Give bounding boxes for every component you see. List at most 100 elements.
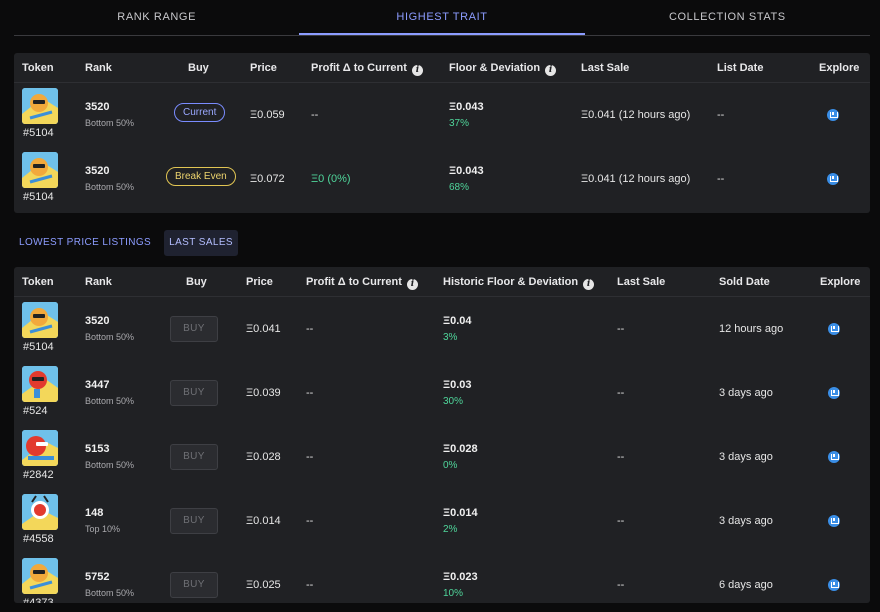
token-thumbnail[interactable] bbox=[22, 302, 58, 338]
rank-value: 3447 bbox=[85, 379, 110, 391]
rank-value: 3520 bbox=[85, 315, 110, 327]
rank-value: 3520 bbox=[85, 101, 110, 113]
tab-last-sales[interactable]: LAST SALES bbox=[164, 230, 238, 256]
col-explore: Explore bbox=[820, 276, 861, 288]
explore-icon[interactable] bbox=[827, 173, 839, 185]
sold-date-value: 3 days ago bbox=[719, 451, 773, 463]
token-thumbnail[interactable] bbox=[22, 494, 58, 530]
price-value: Ξ0.014 bbox=[246, 515, 281, 527]
rank-value: 3520 bbox=[85, 165, 110, 177]
info-icon[interactable]: i bbox=[406, 279, 418, 290]
list-date-value: -- bbox=[717, 109, 725, 121]
floor-value: Ξ0.014 bbox=[443, 507, 478, 519]
profit-value: -- bbox=[306, 515, 314, 527]
buy-button[interactable]: BUY bbox=[170, 444, 218, 470]
token-thumbnail[interactable] bbox=[22, 152, 58, 188]
list-date-value: -- bbox=[717, 173, 725, 185]
last-sale-value: -- bbox=[617, 323, 625, 335]
price-value: Ξ0.041 bbox=[246, 323, 281, 335]
token-id: #5104 bbox=[23, 191, 54, 203]
last-sale-value: -- bbox=[617, 387, 625, 399]
tab-rank-range[interactable]: RANK RANGE bbox=[14, 0, 299, 35]
col-profit: Profit Δ to Current i bbox=[306, 276, 418, 290]
info-icon[interactable]: i bbox=[545, 65, 557, 76]
floor-value: Ξ0.04 bbox=[443, 315, 472, 327]
explore-icon[interactable] bbox=[828, 451, 840, 463]
col-floor-label: Floor & Deviation bbox=[449, 62, 541, 74]
last-sale-value: -- bbox=[617, 515, 625, 527]
buy-button[interactable]: BUY bbox=[170, 572, 218, 598]
buy-button[interactable]: BUY bbox=[170, 316, 218, 342]
deviation-value: 68% bbox=[449, 182, 470, 193]
token-id: #4558 bbox=[23, 533, 54, 545]
buy-button[interactable]: BUY bbox=[170, 380, 218, 406]
tab-highest-trait[interactable]: HIGHEST TRAIT bbox=[299, 0, 585, 35]
explore-icon[interactable] bbox=[828, 579, 840, 591]
price-value: Ξ0.025 bbox=[246, 579, 281, 591]
col-sold-date: Sold Date bbox=[719, 276, 770, 288]
profit-value: -- bbox=[311, 109, 319, 121]
deviation-value: 37% bbox=[449, 118, 470, 129]
col-rank: Rank bbox=[85, 276, 112, 288]
floor-value: Ξ0.03 bbox=[443, 379, 472, 391]
token-thumbnail[interactable] bbox=[22, 430, 58, 466]
explore-icon[interactable] bbox=[828, 387, 840, 399]
col-buy: Buy bbox=[188, 62, 209, 74]
table-row: #5104 3520 Bottom 50% Break Even Ξ0.072 … bbox=[14, 147, 870, 211]
profit-value: -- bbox=[306, 323, 314, 335]
info-icon[interactable]: i bbox=[411, 65, 423, 76]
rank-tier: Bottom 50% bbox=[85, 460, 135, 470]
sales-header-row: Token Rank Buy Price Profit Δ to Current… bbox=[14, 267, 870, 297]
deviation-value: 0% bbox=[443, 460, 458, 471]
table-row: #4373 5752 Bottom 50% BUY Ξ0.025 -- Ξ0.0… bbox=[14, 553, 870, 603]
col-profit-label: Profit Δ to Current bbox=[306, 276, 402, 288]
sold-date-value: 3 days ago bbox=[719, 387, 773, 399]
rank-value: 5752 bbox=[85, 571, 110, 583]
explore-icon[interactable] bbox=[827, 109, 839, 121]
rank-tier: Bottom 50% bbox=[85, 182, 135, 192]
explore-icon[interactable] bbox=[828, 323, 840, 335]
last-sale-value: Ξ0.041 (12 hours ago) bbox=[581, 109, 691, 121]
break-even-badge[interactable]: Break Even bbox=[166, 167, 236, 186]
listings-header-row: Token Rank Buy Price Profit Δ to Current… bbox=[14, 53, 870, 83]
col-floor: Floor & Deviation i bbox=[449, 62, 557, 76]
sales-table: Token Rank Buy Price Profit Δ to Current… bbox=[14, 267, 870, 603]
table-row: #5104 3520 Bottom 50% Current Ξ0.059 -- … bbox=[14, 83, 870, 147]
col-last-sale: Last Sale bbox=[581, 62, 630, 74]
col-token: Token bbox=[22, 62, 54, 74]
tab-lowest-price-listings[interactable]: LOWEST PRICE LISTINGS bbox=[14, 230, 156, 256]
buy-button[interactable]: BUY bbox=[170, 508, 218, 534]
deviation-value: 10% bbox=[443, 588, 464, 599]
floor-value: Ξ0.028 bbox=[443, 443, 478, 455]
price-value: Ξ0.028 bbox=[246, 451, 281, 463]
explore-icon[interactable] bbox=[828, 515, 840, 527]
sub-tabs: LOWEST PRICE LISTINGS LAST SALES bbox=[14, 230, 238, 256]
rank-value: 148 bbox=[85, 507, 104, 519]
token-thumbnail[interactable] bbox=[22, 88, 58, 124]
deviation-value: 30% bbox=[443, 396, 464, 407]
col-profit-label: Profit Δ to Current bbox=[311, 62, 407, 74]
col-list-date: List Date bbox=[717, 62, 764, 74]
profit-value: Ξ0 (0%) bbox=[311, 173, 351, 185]
col-rank: Rank bbox=[85, 62, 112, 74]
rank-tier: Bottom 50% bbox=[85, 118, 135, 128]
info-icon[interactable]: i bbox=[583, 279, 595, 290]
current-badge[interactable]: Current bbox=[174, 103, 226, 122]
price-value: Ξ0.059 bbox=[250, 109, 285, 121]
rank-value: 5153 bbox=[85, 443, 110, 455]
rank-tier: Bottom 50% bbox=[85, 332, 135, 342]
table-row: #5104 3520 Bottom 50% BUY Ξ0.041 -- Ξ0.0… bbox=[14, 297, 870, 361]
profit-value: -- bbox=[306, 387, 314, 399]
tab-collection-stats[interactable]: COLLECTION STATS bbox=[585, 0, 870, 35]
listings-table: Token Rank Buy Price Profit Δ to Current… bbox=[14, 53, 870, 213]
last-sale-value: -- bbox=[617, 451, 625, 463]
token-id: #4373 bbox=[23, 597, 54, 603]
price-value: Ξ0.039 bbox=[246, 387, 281, 399]
token-thumbnail[interactable] bbox=[22, 366, 58, 402]
token-thumbnail[interactable] bbox=[22, 558, 58, 594]
last-sale-value: -- bbox=[617, 579, 625, 591]
table-row: #4558 148 Top 10% BUY Ξ0.014 -- Ξ0.014 2… bbox=[14, 489, 870, 553]
profit-value: -- bbox=[306, 579, 314, 591]
table-row: #524 3447 Bottom 50% BUY Ξ0.039 -- Ξ0.03… bbox=[14, 361, 870, 425]
top-tabs: RANK RANGE HIGHEST TRAIT COLLECTION STAT… bbox=[14, 0, 870, 36]
